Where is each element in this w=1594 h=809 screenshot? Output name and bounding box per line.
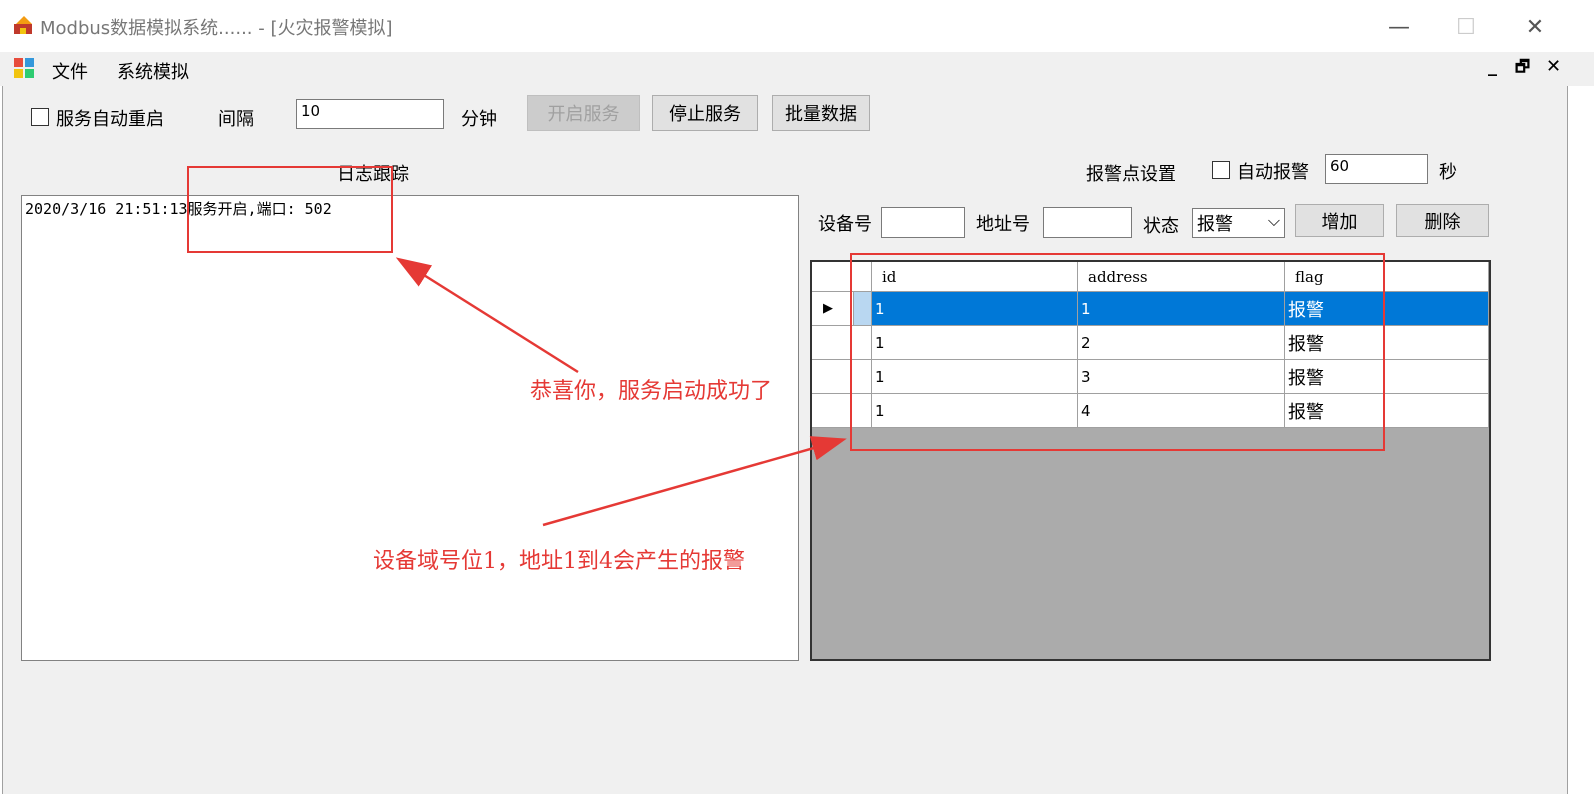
arrow-to-grid [542, 436, 847, 527]
annotation-alarm-points: 设备域号位1，地址1到4会产生的报警 [373, 549, 745, 574]
arrow-to-log [395, 257, 579, 374]
annotation-arrows [395, 257, 847, 527]
annotation-service-started: 恭喜你，服务启动成功了 [530, 379, 773, 404]
